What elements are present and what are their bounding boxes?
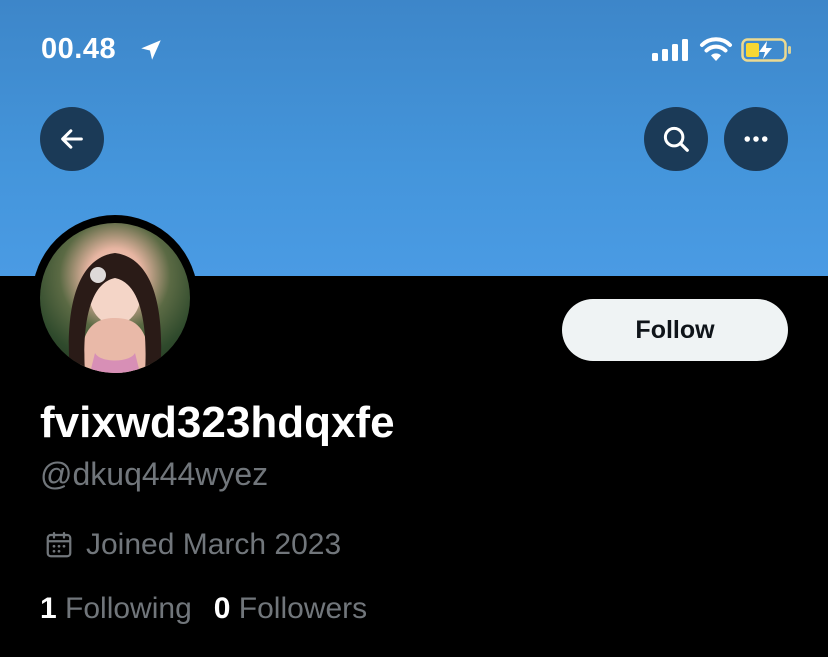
more-button[interactable] [724,107,788,171]
followers-count: 0 [213,592,231,625]
avatar-photo [40,223,190,373]
location-arrow-icon [141,40,161,60]
user-handle: @dkuq444wyez [40,456,269,492]
joined-text: Joined March 2023 [86,528,342,561]
following-count: 1 [40,592,57,625]
follow-stats: 1 Following 0 Followers [40,592,367,626]
joined-date: Joined March 2023 [44,528,341,562]
wifi-icon [700,37,732,61]
follow-button[interactable]: Follow [562,299,788,361]
display-name: fvixwd323hdqxfe [40,398,395,447]
back-button[interactable] [40,107,104,171]
calendar-icon [46,532,72,558]
arrow-left-icon [61,129,83,149]
followers-link[interactable]: 0 Followers [214,592,367,626]
signal-bars-icon [652,39,688,61]
search-button[interactable] [644,107,708,171]
more-horizontal-icon [744,136,768,142]
status-time: 00.48 [41,33,117,65]
profile-avatar[interactable] [32,215,198,381]
following-link[interactable]: 1 Following [40,592,192,626]
following-label: Following [65,592,192,625]
battery-charging-icon [741,38,791,62]
followers-label: Followers [238,592,368,625]
search-icon [663,126,689,152]
